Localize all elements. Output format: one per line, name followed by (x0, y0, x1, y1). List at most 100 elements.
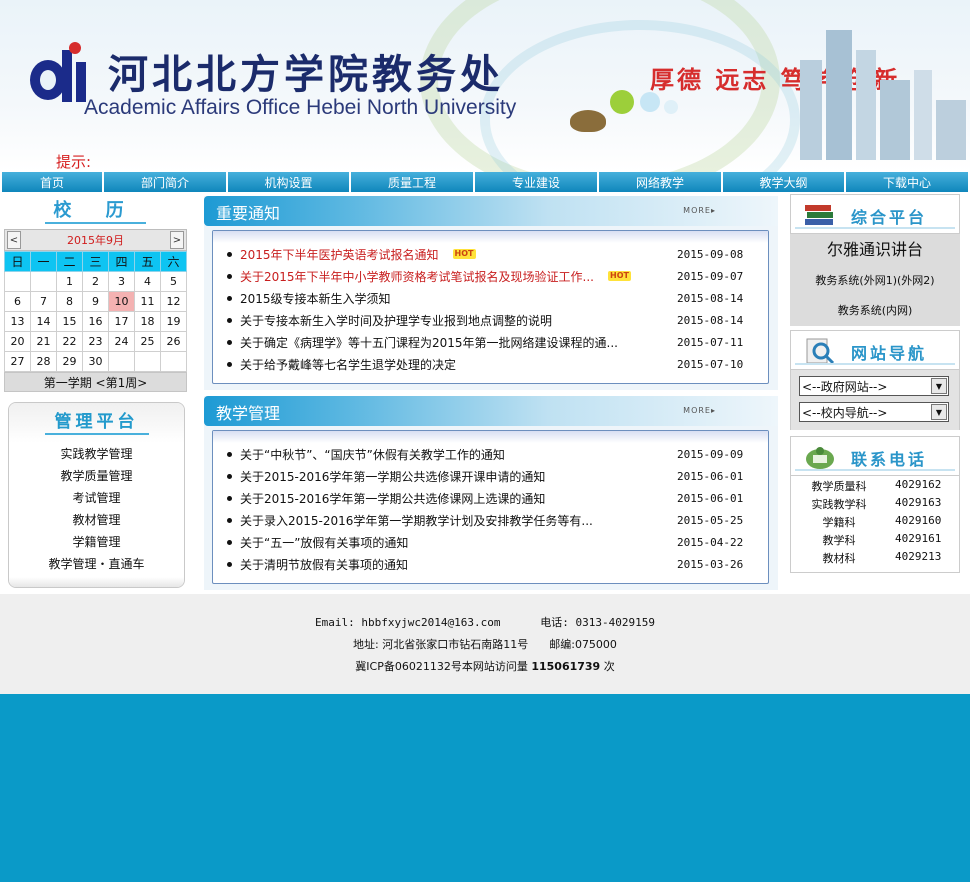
calendar-week-row: 12345 (4, 271, 187, 292)
mgmt-link-status[interactable]: 学籍管理 (72, 535, 120, 549)
calendar-day[interactable]: 6 (4, 291, 31, 312)
calendar-day[interactable]: 20 (4, 331, 31, 352)
calendar-day[interactable]: 10 (108, 291, 135, 312)
calendar-day[interactable]: 12 (160, 291, 187, 312)
news-title-link[interactable]: 关于给予戴峰等七名学生退学处理的决定 (240, 356, 456, 373)
calendar-day[interactable]: 4 (134, 271, 161, 292)
news-item: 关于确定《病理学》等十五门课程为2015年第一批网络建设课程的通... 2015-… (223, 331, 758, 353)
contact-phone: 4029163 (895, 496, 942, 509)
news-title-link[interactable]: 关于“中秋节”、“国庆节”休假有关教学工作的通知 (240, 446, 505, 463)
government-sites-select[interactable]: <--政府网站--> ▼ (799, 376, 949, 396)
platform-header: 综合平台 (790, 194, 960, 234)
news-title-link[interactable]: 关于确定《病理学》等十五门课程为2015年第一批网络建设课程的通... (240, 334, 618, 351)
academic-system-internal-link[interactable]: 教务系统(内网) (838, 304, 913, 317)
calendar-week-row: 6 7 8 9 10 11 12 (4, 291, 187, 312)
news-title-link[interactable]: 关于“五一”放假有关事项的通知 (240, 534, 408, 551)
phone-icon (806, 447, 834, 469)
news-item: 关于“中秋节”、“国庆节”休假有关教学工作的通知 2015-09-09 (223, 443, 758, 465)
news-title-link[interactable]: 2015年下半年医护英语考试报名通知 (240, 246, 439, 263)
teaching-more-link[interactable]: MORE▸ (683, 406, 716, 415)
calendar-day[interactable]: 13 (4, 311, 31, 332)
mgmt-link-quality[interactable]: 教学质量管理 (60, 469, 132, 483)
erya-link[interactable]: 尔雅通识讲台 (827, 240, 923, 259)
calendar-day[interactable]: 27 (4, 351, 31, 372)
nav-item-about[interactable]: 部门简介 (104, 172, 226, 192)
notices-header: 重要通知 MORE▸ (204, 196, 778, 226)
calendar-day[interactable]: 5 (160, 271, 187, 292)
news-title-link[interactable]: 2015级专接本新生入学须知 (240, 290, 391, 307)
bullet-icon (227, 317, 232, 323)
notices-more-link[interactable]: MORE▸ (683, 206, 716, 215)
calendar-day[interactable]: 7 (30, 291, 57, 312)
term-week-label: 第一学期 <第1周> (4, 372, 187, 392)
weekday-header: 二 (56, 251, 83, 272)
news-title-link[interactable]: 关于2015年下半年中小学教师资格考试笔试报名及现场验证工作... (240, 268, 594, 285)
next-month-button[interactable]: > (170, 231, 184, 249)
mgmt-link-textbook[interactable]: 教材管理 (72, 513, 120, 527)
calendar-day[interactable]: 19 (160, 311, 187, 332)
bullet-icon (227, 517, 232, 523)
mgmt-link-exam[interactable]: 考试管理 (72, 491, 120, 505)
footer: Email: hbbfxyjwc2014@163.com 电话: 0313-40… (0, 594, 970, 694)
bullet-icon (227, 473, 232, 479)
calendar-day[interactable]: 11 (134, 291, 161, 312)
hot-badge-icon: HOT (452, 249, 476, 259)
calendar-day[interactable]: 21 (30, 331, 57, 352)
calendar-day[interactable]: 23 (82, 331, 109, 352)
contact-phone: 4029162 (895, 478, 942, 491)
calendar-day[interactable]: 26 (160, 331, 187, 352)
chevron-down-icon: ▼ (931, 404, 947, 420)
weekday-header: 三 (82, 251, 109, 272)
calendar-day[interactable]: 30 (82, 351, 109, 372)
news-title-link[interactable]: 关于2015-2016学年第一学期公共选修课网上选课的通知 (240, 490, 545, 507)
nav-item-majors[interactable]: 专业建设 (475, 172, 597, 192)
calendar-day[interactable]: 15 (56, 311, 83, 332)
calendar-day[interactable]: 18 (134, 311, 161, 332)
news-title-link[interactable]: 关于2015-2016学年第一学期公共选修课开课申请的通知 (240, 468, 545, 485)
news-title-link[interactable]: 关于录入2015-2016学年第一学期教学计划及安排教学任务等有... (240, 512, 593, 529)
nav-item-syllabus[interactable]: 教学大纲 (723, 172, 844, 192)
mgmt-link-express[interactable]: 教学管理・直通车 (48, 557, 144, 571)
calendar-empty-cell (134, 351, 161, 372)
calendar-day[interactable]: 29 (56, 351, 83, 372)
nav-item-quality[interactable]: 质量工程 (351, 172, 473, 192)
news-item: 关于2015-2016学年第一学期公共选修课网上选课的通知 2015-06-01 (223, 487, 758, 509)
bullet-icon (227, 361, 232, 367)
prev-month-button[interactable]: < (7, 231, 21, 249)
calendar-day[interactable]: 25 (134, 331, 161, 352)
calendar-day[interactable]: 9 (82, 291, 109, 312)
site-nav-selects: <--政府网站--> ▼ <--校内导航--> ▼ (790, 370, 960, 430)
calendar-day[interactable]: 3 (108, 271, 135, 292)
contact-row: 教学科 4029161 (791, 532, 959, 550)
news-date: 2015-06-01 (677, 469, 744, 483)
calendar-day[interactable]: 14 (30, 311, 57, 332)
calendar-day[interactable]: 24 (108, 331, 135, 352)
nav-item-online-teaching[interactable]: 网络教学 (599, 172, 721, 192)
visit-counter-unit: 次 (603, 660, 615, 673)
campus-nav-select[interactable]: <--校内导航--> ▼ (799, 402, 949, 422)
calendar-day[interactable]: 17 (108, 311, 135, 332)
calendar-day[interactable]: 16 (82, 311, 109, 332)
academic-system-external-link[interactable]: 教务系统(外网1)(外网2) (815, 274, 934, 287)
mgmt-list: 实践教学管理 教学质量管理 考试管理 教材管理 学籍管理 教学管理・直通车 (9, 443, 184, 575)
site-title-cn: 河北北方学院教务处 (108, 51, 504, 98)
nav-item-organization[interactable]: 机构设置 (228, 172, 349, 192)
contact-row: 教学质量科 4029162 (791, 478, 959, 496)
nav-item-downloads[interactable]: 下载中心 (846, 172, 968, 192)
mgmt-link-practice[interactable]: 实践教学管理 (60, 447, 132, 461)
calendar-day[interactable]: 2 (82, 271, 109, 292)
calendar-day[interactable]: 8 (56, 291, 83, 312)
calendar-day[interactable]: 1 (56, 271, 83, 292)
news-title-link[interactable]: 关于专接本新生入学时间及护理学专业报到地点调整的说明 (240, 312, 552, 329)
calendar-empty-cell (30, 271, 57, 292)
news-item: 关于“五一”放假有关事项的通知 2015-04-22 (223, 531, 758, 553)
news-title-link[interactable]: 关于清明节放假有关事项的通知 (240, 556, 408, 573)
calendar-empty-cell (108, 351, 135, 372)
news-date: 2015-07-11 (677, 335, 744, 349)
platform-title: 综合平台 (851, 208, 928, 227)
calendar-day[interactable]: 28 (30, 351, 57, 372)
nav-item-home[interactable]: 首页 (2, 172, 102, 192)
calendar-day[interactable]: 22 (56, 331, 83, 352)
bullet-icon (227, 339, 232, 345)
bullet-icon (227, 539, 232, 545)
